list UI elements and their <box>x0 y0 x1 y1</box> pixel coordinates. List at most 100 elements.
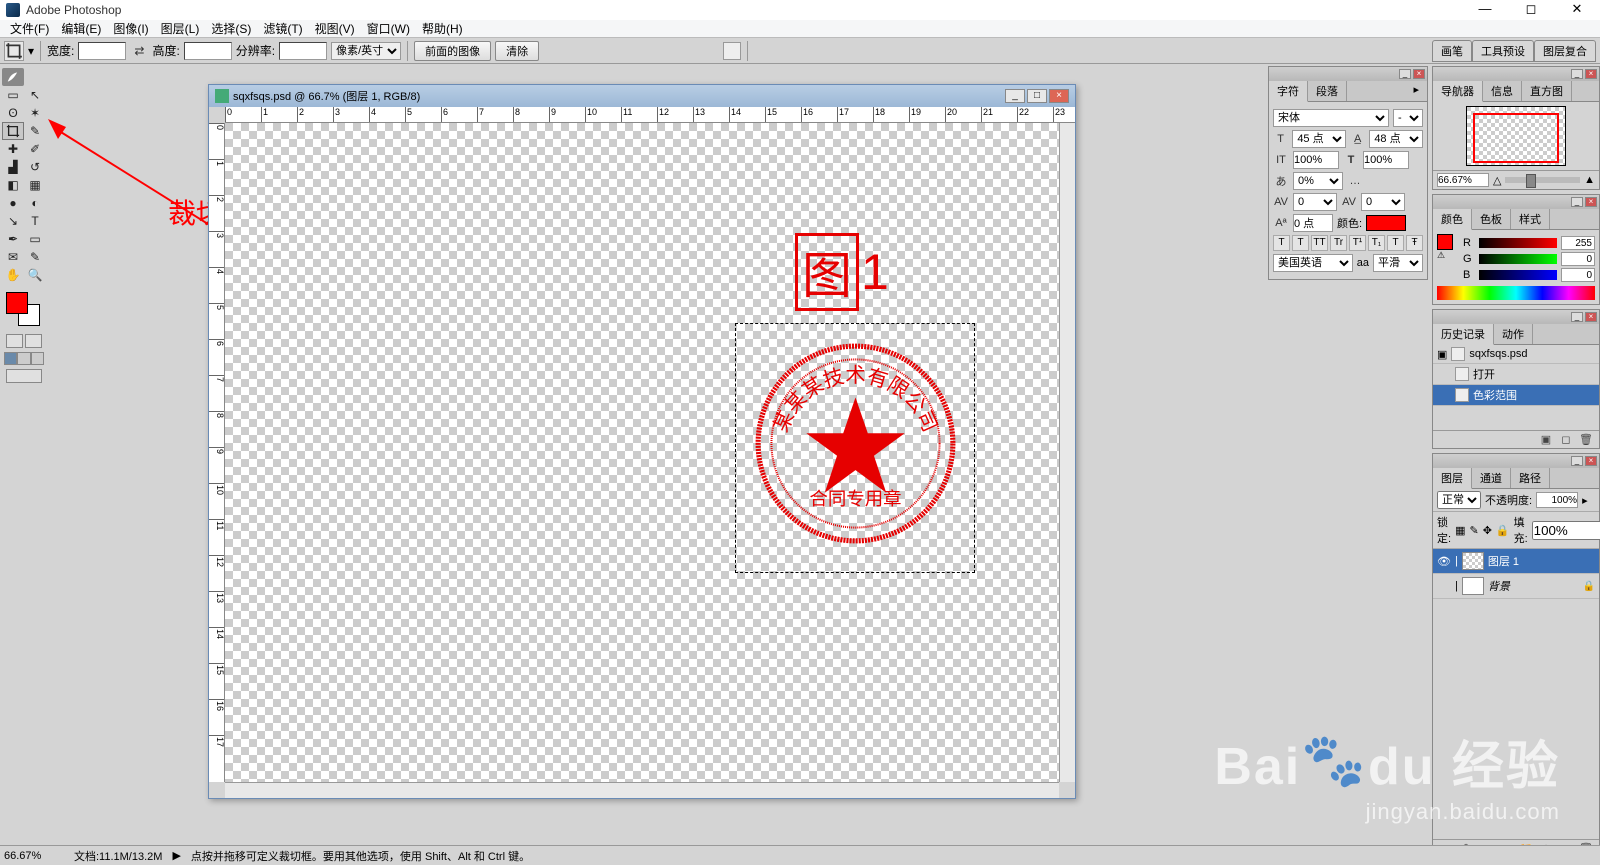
b-slider[interactable] <box>1479 270 1557 280</box>
layer-thumbnail[interactable] <box>1462 577 1484 595</box>
crop-tool-icon[interactable] <box>4 41 24 61</box>
menu-window[interactable]: 窗口(W) <box>361 20 416 37</box>
kerning-select[interactable]: 0% <box>1293 172 1343 190</box>
lock-pixels-icon[interactable]: ▦ <box>1455 524 1465 537</box>
eraser-tool[interactable]: ◧ <box>2 176 24 194</box>
menu-image[interactable]: 图像(I) <box>107 20 154 37</box>
g-slider[interactable] <box>1479 254 1557 264</box>
menu-layer[interactable]: 图层(L) <box>155 20 206 37</box>
pen-tool[interactable]: ✒ <box>2 230 24 248</box>
vscale-input[interactable] <box>1293 151 1339 169</box>
panel-menu-icon[interactable]: ▸ <box>1405 81 1427 101</box>
navigator-thumbnail[interactable] <box>1466 106 1566 166</box>
ruler-horizontal[interactable]: 01234567891011121314151617181920212223 <box>225 107 1075 123</box>
minimize-button[interactable]: — <box>1462 0 1508 20</box>
well-tab-layer-comp[interactable]: 图层复合 <box>1534 40 1596 62</box>
lasso-tool[interactable]: ʘ <box>2 104 24 122</box>
tab-color[interactable]: 颜色 <box>1433 209 1472 230</box>
menu-view[interactable]: 视图(V) <box>309 20 361 37</box>
jump-imageready[interactable] <box>6 369 42 383</box>
well-tab-tool-preset[interactable]: 工具预设 <box>1472 40 1534 62</box>
slice-tool[interactable]: ✎ <box>24 122 46 140</box>
crop-dropdown-icon[interactable]: ▾ <box>28 44 34 58</box>
g-input[interactable] <box>1561 252 1595 266</box>
canvas-viewport[interactable]: 图1 某某某技术有限公司 合同专用章 <box>225 123 1059 782</box>
tracking2-select[interactable]: 0 <box>1361 193 1405 211</box>
r-input[interactable] <box>1561 236 1595 250</box>
foreground-color[interactable] <box>6 292 28 314</box>
history-step-colorrange[interactable]: 色彩范围 <box>1433 385 1599 406</box>
color-fg-swatch[interactable] <box>1437 234 1453 250</box>
width-input[interactable] <box>78 42 126 60</box>
color-spectrum[interactable] <box>1437 286 1595 300</box>
tab-layers[interactable]: 图层 <box>1433 468 1472 489</box>
panel-close[interactable]: × <box>1413 69 1425 79</box>
antialias-select[interactable]: 平滑 <box>1373 254 1423 272</box>
path-tool[interactable]: ↘ <box>2 212 24 230</box>
text-color-swatch[interactable] <box>1366 215 1406 231</box>
scrollbar-vertical[interactable] <box>1059 123 1075 782</box>
baseline-input[interactable] <box>1293 214 1333 232</box>
canvas[interactable]: 图1 某某某技术有限公司 合同专用章 <box>225 123 1059 782</box>
lock-all-icon[interactable]: 🔒 <box>1496 524 1510 537</box>
shape-tool[interactable]: ▭ <box>24 230 46 248</box>
font-size-select[interactable]: 45 点 <box>1292 130 1346 148</box>
layer-item-background[interactable]: |背景🔒 <box>1433 574 1599 599</box>
type-tool[interactable]: T <box>24 212 46 230</box>
tab-info[interactable]: 信息 <box>1483 81 1522 101</box>
blend-mode-select[interactable]: 正常 <box>1437 491 1481 509</box>
wand-tool[interactable]: ✶ <box>24 104 46 122</box>
tab-histogram[interactable]: 直方图 <box>1522 81 1572 101</box>
doc-close[interactable]: × <box>1049 89 1069 103</box>
tab-character[interactable]: 字符 <box>1269 81 1308 102</box>
scrollbar-horizontal[interactable] <box>225 782 1059 798</box>
panel-close[interactable]: × <box>1585 69 1597 79</box>
resolution-input[interactable] <box>279 42 327 60</box>
bold-button[interactable]: T <box>1273 235 1290 251</box>
marquee-tool[interactable]: ▭ <box>2 86 24 104</box>
front-image-button[interactable]: 前面的图像 <box>414 41 491 61</box>
delete-icon[interactable]: 🗑 <box>1579 433 1593 447</box>
tab-swatches[interactable]: 色板 <box>1472 209 1511 229</box>
gradient-tool[interactable]: ▦ <box>24 176 46 194</box>
opacity-input[interactable] <box>1536 492 1578 508</box>
screen-standard[interactable] <box>4 352 17 365</box>
doc-maximize[interactable]: □ <box>1027 89 1047 103</box>
standard-mode-button[interactable] <box>6 334 23 348</box>
menu-select[interactable]: 选择(S) <box>205 20 257 37</box>
layer-item-1[interactable]: 👁|图层 1 <box>1433 549 1599 574</box>
language-select[interactable]: 美国英语 <box>1273 254 1353 272</box>
tab-paths[interactable]: 路径 <box>1511 468 1550 488</box>
leading-select[interactable]: 48 点 <box>1369 130 1423 148</box>
status-arrow-icon[interactable]: ▶ <box>172 849 180 862</box>
zoom-tool[interactable]: 🔍 <box>24 266 46 284</box>
move-tool[interactable]: ↖ <box>24 86 46 104</box>
menu-edit[interactable]: 编辑(E) <box>55 20 107 37</box>
ruler-vertical[interactable]: 01234567891011121314151617 <box>209 123 225 782</box>
zoom-slider[interactable] <box>1505 177 1580 183</box>
fill-input[interactable] <box>1532 521 1600 540</box>
unit-select[interactable]: 像素/英寸 <box>331 42 401 60</box>
notes-tool[interactable]: ✉ <box>2 248 24 266</box>
zoom-input[interactable] <box>1437 173 1489 187</box>
close-button[interactable]: ✕ <box>1554 0 1600 20</box>
r-slider[interactable] <box>1479 238 1557 248</box>
zoom-out-icon[interactable]: △ <box>1493 174 1501 187</box>
healing-tool[interactable]: ✚ <box>2 140 24 158</box>
blur-tool[interactable]: ● <box>2 194 24 212</box>
well-tab-brush[interactable]: 画笔 <box>1432 40 1472 62</box>
lock-brush-icon[interactable]: ✎ <box>1469 524 1478 537</box>
panel-minimize[interactable]: _ <box>1571 69 1583 79</box>
new-snapshot-icon[interactable]: ◻ <box>1559 433 1573 447</box>
document-titlebar[interactable]: sqxfsqs.psd @ 66.7% (图层 1, RGB/8) _ □ × <box>209 85 1075 107</box>
b-input[interactable] <box>1561 268 1595 282</box>
hscale-input[interactable] <box>1363 151 1409 169</box>
font-style-select[interactable]: - <box>1393 109 1423 127</box>
history-brush-tool[interactable]: ↺ <box>24 158 46 176</box>
history-snapshot[interactable]: ▣sqxfsqs.psd <box>1433 345 1599 364</box>
menu-help[interactable]: 帮助(H) <box>416 20 469 37</box>
screen-full[interactable] <box>31 352 44 365</box>
dodge-tool[interactable]: ◐ <box>24 194 46 212</box>
tab-actions[interactable]: 动作 <box>1494 324 1533 344</box>
layer-thumbnail[interactable] <box>1462 552 1484 570</box>
